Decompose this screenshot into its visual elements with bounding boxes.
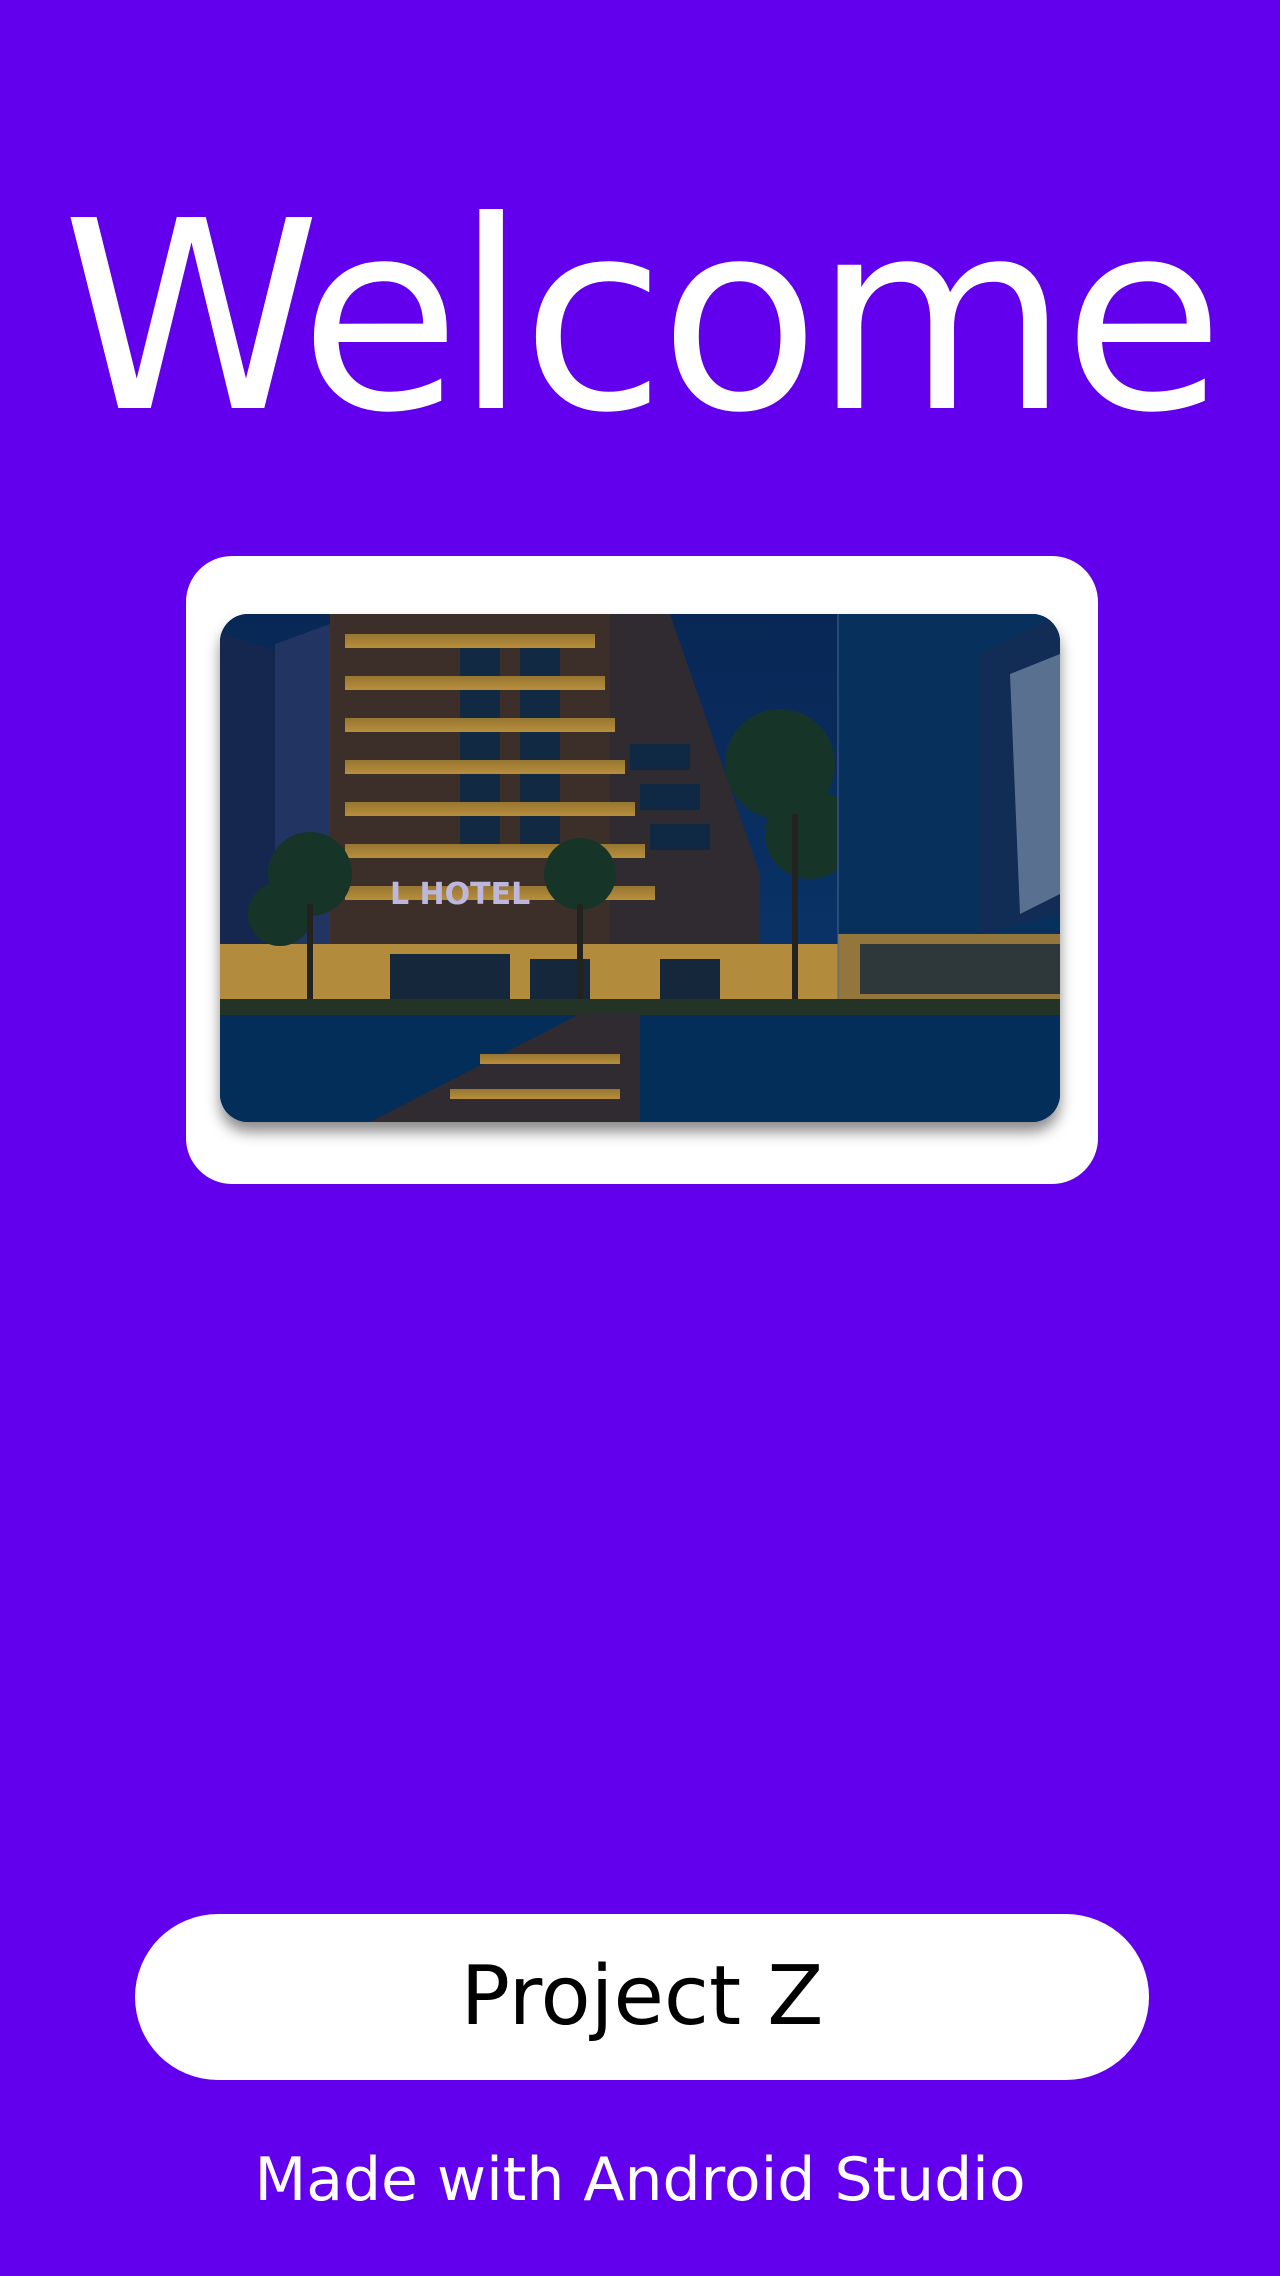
footer-credit: Made with Android Studio xyxy=(254,2145,1026,2215)
hero-image-card: L HOTEL xyxy=(186,556,1098,1184)
project-z-button[interactable]: Project Z xyxy=(135,1914,1149,2080)
welcome-title: Welcome xyxy=(61,165,1224,470)
hotel-photo: L HOTEL xyxy=(220,614,1060,1122)
